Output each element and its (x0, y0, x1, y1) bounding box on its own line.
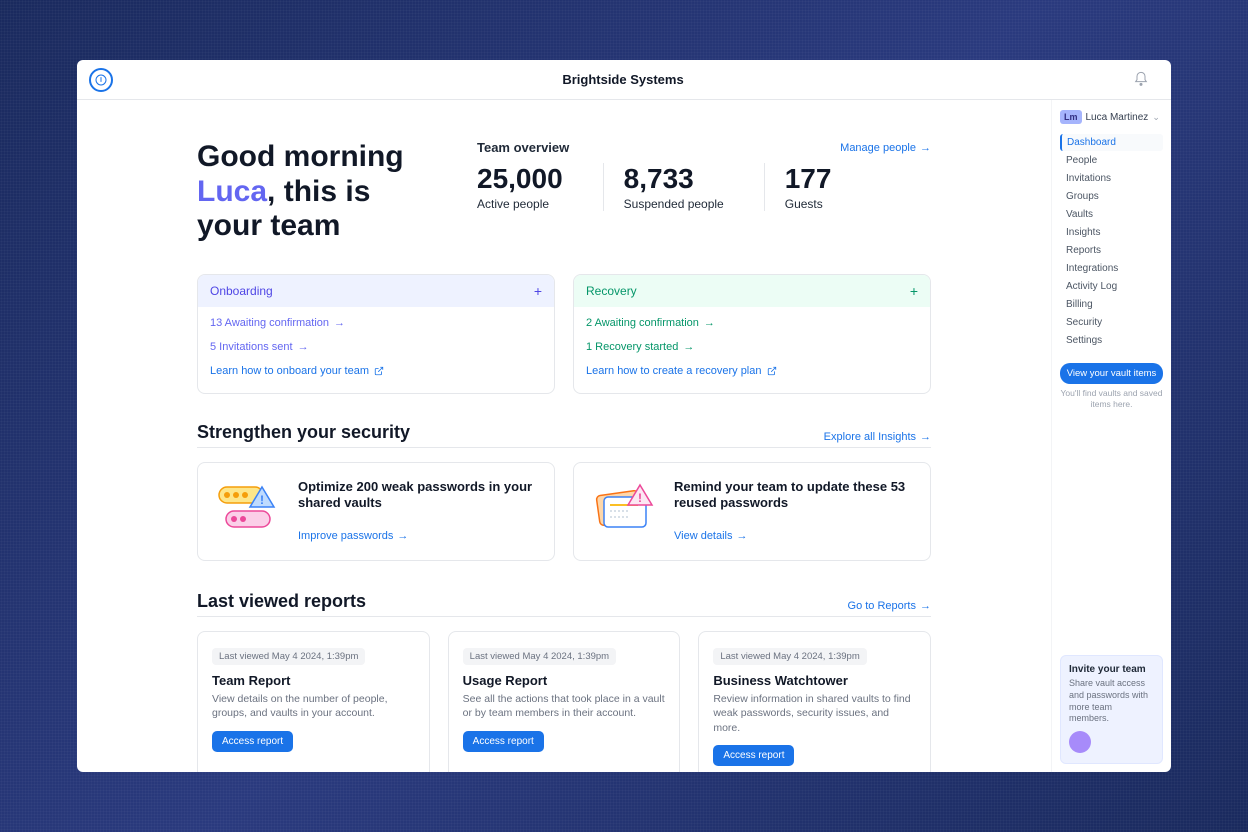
stat-guests: 177 Guests (764, 163, 872, 211)
hero-row: Good morning Luca, this is your team Tea… (197, 140, 931, 244)
nav-security[interactable]: Security (1060, 314, 1163, 331)
content: Good morning Luca, this is your team Tea… (77, 100, 1051, 772)
nav-billing[interactable]: Billing (1060, 296, 1163, 313)
onboarding-header: Onboarding + (198, 275, 554, 307)
goto-reports-link[interactable]: Go to Reports → (848, 600, 931, 612)
recovery-header: Recovery + (574, 275, 930, 307)
team-overview: Team overview Manage people → 25,000 Act… (477, 140, 931, 244)
arrow-right-icon: → (397, 530, 408, 542)
company-name: Brightside Systems (113, 72, 1133, 87)
onboarding-learn-link[interactable]: Learn how to onboard your team (210, 359, 542, 383)
stats-row: 25,000 Active people 8,733 Suspended peo… (477, 163, 931, 211)
app-logo-icon[interactable] (89, 68, 113, 92)
nav-dashboard[interactable]: Dashboard (1060, 134, 1163, 151)
view-details-link[interactable]: View details → (674, 530, 748, 542)
invite-team-card[interactable]: Invite your team Share vault access and … (1060, 655, 1163, 764)
greeting-pre: Good morning (197, 140, 404, 173)
insight-weak-passwords: ! Optimize 200 weak passwords in your sh… (197, 462, 555, 562)
overview-label: Team overview (477, 140, 569, 155)
arrow-right-icon: → (704, 317, 715, 329)
nav-list: Dashboard People Invitations Groups Vaul… (1060, 134, 1163, 349)
nav-settings[interactable]: Settings (1060, 332, 1163, 349)
report-card-team: Last viewed May 4 2024, 1:39pm Team Repo… (197, 631, 430, 772)
onboarding-panel: Onboarding + 13 Awaiting confirmation → … (197, 274, 555, 394)
report-card-watchtower: Last viewed May 4 2024, 1:39pm Business … (698, 631, 931, 772)
arrow-right-icon: → (683, 341, 694, 353)
report-card-usage: Last viewed May 4 2024, 1:39pm Usage Rep… (448, 631, 681, 772)
arrow-right-icon: → (920, 600, 931, 612)
onboarding-awaiting-link[interactable]: 13 Awaiting confirmation → (210, 311, 542, 335)
improve-passwords-link[interactable]: Improve passwords → (298, 530, 408, 542)
nav-insights[interactable]: Insights (1060, 224, 1163, 241)
plus-icon[interactable]: + (910, 283, 918, 299)
manage-people-link[interactable]: Manage people → (840, 142, 931, 154)
stat-active: 25,000 Active people (477, 163, 603, 211)
access-report-button[interactable]: Access report (463, 731, 544, 752)
greeting: Good morning Luca, this is your team (197, 140, 427, 244)
main-area: Good morning Luca, this is your team Tea… (77, 100, 1171, 772)
notifications-bell-icon[interactable] (1133, 70, 1151, 90)
last-viewed-pill: Last viewed May 4 2024, 1:39pm (212, 648, 365, 665)
security-section-head: Strengthen your security Explore all Ins… (197, 422, 931, 448)
chevron-down-icon: ⌄ (1152, 112, 1160, 123)
topbar: Brightside Systems (77, 60, 1171, 100)
password-strength-icon: ! (214, 479, 284, 535)
vault-hint: You'll find vaults and saved items here. (1060, 388, 1163, 410)
reports-title: Last viewed reports (197, 591, 366, 612)
access-report-button[interactable]: Access report (212, 731, 293, 752)
nav-activity-log[interactable]: Activity Log (1060, 278, 1163, 295)
status-panels: Onboarding + 13 Awaiting confirmation → … (197, 274, 931, 394)
arrow-right-icon: → (920, 142, 931, 154)
external-link-icon (374, 366, 384, 376)
last-viewed-pill: Last viewed May 4 2024, 1:39pm (713, 648, 866, 665)
onboarding-invitations-link[interactable]: 5 Invitations sent → (210, 335, 542, 359)
external-link-icon (767, 366, 777, 376)
recovery-awaiting-link[interactable]: 2 Awaiting confirmation → (586, 311, 918, 335)
user-name: Luca Martinez (1086, 112, 1149, 123)
greeting-name: Luca (197, 175, 267, 208)
arrow-right-icon: → (737, 530, 748, 542)
nav-invitations[interactable]: Invitations (1060, 170, 1163, 187)
user-menu[interactable]: Lm Luca Martinez ⌄ (1060, 108, 1163, 126)
arrow-right-icon: → (920, 431, 931, 443)
nav-vaults[interactable]: Vaults (1060, 206, 1163, 223)
security-title: Strengthen your security (197, 422, 410, 443)
app-shell: Brightside Systems Good morning Luca, th… (77, 60, 1171, 772)
nav-integrations[interactable]: Integrations (1060, 260, 1163, 277)
nav-people[interactable]: People (1060, 152, 1163, 169)
arrow-right-icon: → (298, 341, 309, 353)
plus-icon[interactable]: + (534, 283, 542, 299)
recovery-learn-link[interactable]: Learn how to create a recovery plan (586, 359, 918, 383)
insight-row: ! Optimize 200 weak passwords in your sh… (197, 462, 931, 562)
insight-reused-passwords: ! Remind your team to update these 53 re… (573, 462, 931, 562)
view-vault-items-button[interactable]: View your vault items (1060, 363, 1163, 384)
nav-reports[interactable]: Reports (1060, 242, 1163, 259)
recovery-started-link[interactable]: 1 Recovery started → (586, 335, 918, 359)
svg-text:!: ! (260, 493, 264, 507)
last-viewed-pill: Last viewed May 4 2024, 1:39pm (463, 648, 616, 665)
access-report-button[interactable]: Access report (713, 745, 794, 766)
right-sidebar: Lm Luca Martinez ⌄ Dashboard People Invi… (1051, 100, 1171, 772)
reports-section-head: Last viewed reports Go to Reports → (197, 591, 931, 617)
stat-suspended: 8,733 Suspended people (603, 163, 764, 211)
reports-row: Last viewed May 4 2024, 1:39pm Team Repo… (197, 631, 931, 772)
arrow-right-icon: → (334, 317, 345, 329)
user-avatar: Lm (1060, 110, 1082, 124)
reused-password-icon: ! (590, 479, 660, 535)
svg-text:!: ! (638, 491, 642, 505)
explore-insights-link[interactable]: Explore all Insights → (824, 431, 931, 443)
nav-groups[interactable]: Groups (1060, 188, 1163, 205)
people-icon (1069, 731, 1091, 753)
recovery-panel: Recovery + 2 Awaiting confirmation → 1 R… (573, 274, 931, 394)
